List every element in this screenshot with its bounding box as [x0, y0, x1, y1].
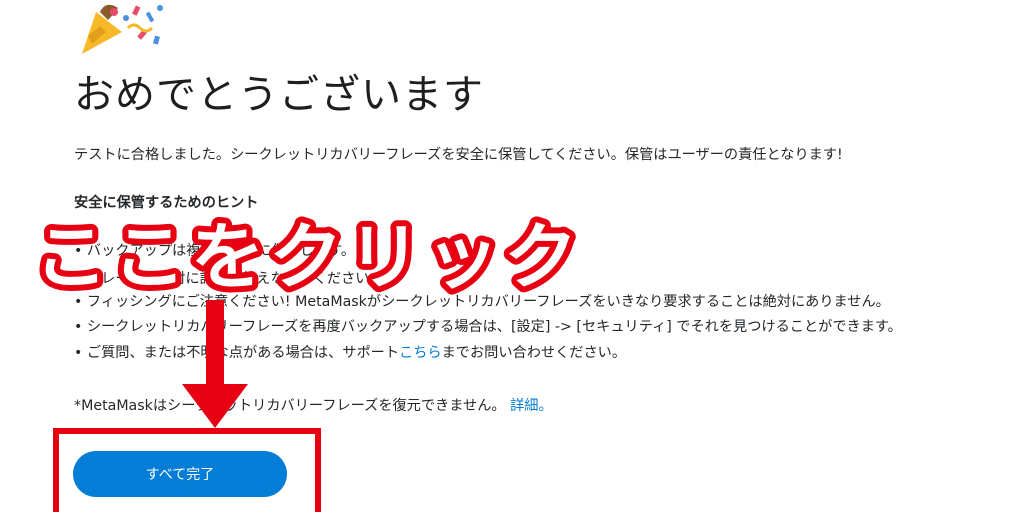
hint-item: • ご質問、または不明な点がある場合は、サポートこちらまでお問い合わせください。 [74, 342, 626, 362]
click-here-callout: ここをクリック [30, 210, 584, 300]
note-text: *MetaMaskはシークレットリカバリーフレーズを復元できません。 [74, 398, 506, 414]
intro-text: テストに合格しました。シークレットリカバリーフレーズを安全に保管してください。保… [74, 147, 843, 163]
arrow-down-icon [182, 300, 248, 428]
details-link[interactable]: 詳細。 [510, 398, 553, 414]
congratulations-page: おめでとうございます テストに合格しました。シークレットリカバリーフレーズを安全… [0, 0, 1024, 512]
callout-text: ここをクリック [34, 215, 582, 299]
restore-note: *MetaMaskはシークレットリカバリーフレーズを復元できません。 詳細。 [74, 395, 553, 415]
hint-text: までお問い合わせください。 [441, 345, 627, 361]
page-title: おめでとうございます [74, 72, 484, 118]
support-link[interactable]: こちら [399, 345, 442, 361]
hints-heading: 安全に保管するためのヒント [74, 195, 259, 211]
party-popper-icon [82, 4, 163, 54]
highlight-box [53, 428, 321, 512]
